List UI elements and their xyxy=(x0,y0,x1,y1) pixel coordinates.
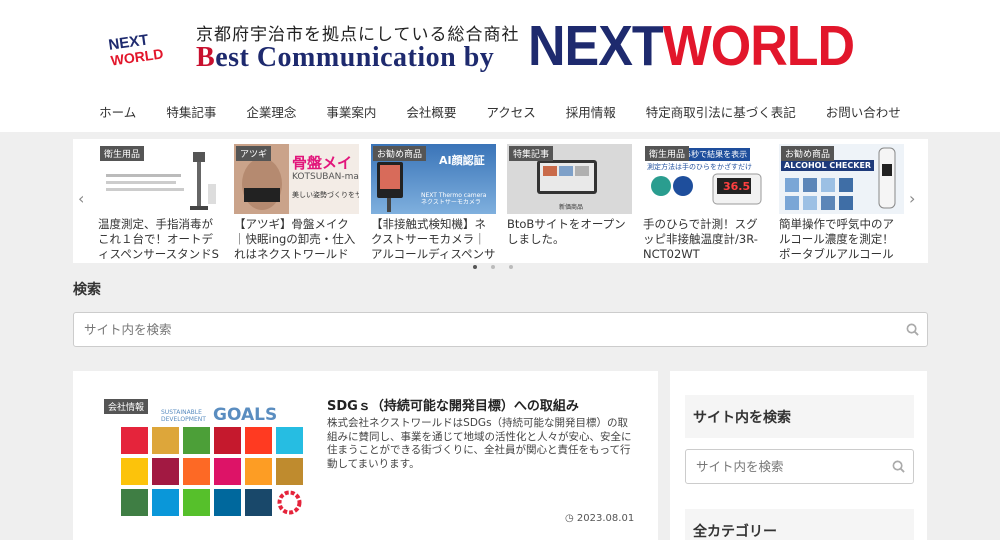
subtitle-rest: est Communication by xyxy=(215,42,495,73)
sdgs-thumbnail: SUSTAINABLE DEVELOPMENT GOALS xyxy=(103,397,303,517)
article-date-value: 2023.08.01 xyxy=(576,513,635,524)
nav-home[interactable]: ホーム xyxy=(84,96,151,126)
sdg-tile xyxy=(214,489,241,516)
card-thumbnail: 特集記事 新価商品 xyxy=(507,144,632,214)
card-thumbnail: 衛生用品 xyxy=(98,144,223,214)
search-input[interactable] xyxy=(74,313,927,346)
carousel-card[interactable]: 衛生用品 5秒で結果を表示 測定方法は手のひらをかざすだけ 36.5 手のひらで… xyxy=(643,144,768,262)
search-heading: 検索 xyxy=(73,282,101,298)
sdg-tile xyxy=(183,427,210,454)
search-icon[interactable] xyxy=(892,460,905,473)
card-title: 手のひらで計測！スグッピ非接触温度計/3R-NCT02WT xyxy=(643,217,758,261)
card-thumbnail: アツギ 骨盤メイ KOTSUBAN-ma 美しい姿勢づくりをサポ xyxy=(234,144,359,214)
site-subtitle: Best Communication by xyxy=(196,42,494,74)
thumb-subhead: NEXT Thermo camera ネクストサーモカメラ xyxy=(421,192,487,206)
carousel-card[interactable]: アツギ 骨盤メイ KOTSUBAN-ma 美しい姿勢づくりをサポ 【アツギ】骨盤… xyxy=(234,144,359,262)
sdg-tile xyxy=(276,427,303,454)
thumb-headline: 骨盤メイ xyxy=(292,154,353,172)
nav-access[interactable]: アクセス xyxy=(471,96,550,126)
sidebar-category-title: 全カテゴリー xyxy=(693,524,777,540)
site-logo-small[interactable]: NEXT WORLD xyxy=(107,30,169,68)
brand-world: WORLD xyxy=(662,15,855,78)
nav-company[interactable]: 会社概要 xyxy=(391,96,471,126)
nav-recruit[interactable]: 採用情報 xyxy=(551,96,631,126)
card-thumbnail: お勧め商品 ALCOHOL CHECKER xyxy=(779,144,904,214)
site-header: NEXT WORLD 京都府宇治市を拠点にしている総合商社 Best Commu… xyxy=(0,0,1000,132)
carousel-dot[interactable] xyxy=(473,265,477,269)
card-title: 【非接触式検知機】ネクストサーモカメラ｜アルコールディスペンサー付 xyxy=(371,217,496,261)
sdg-tile xyxy=(121,458,148,485)
card-category-tag: 特集記事 xyxy=(509,146,554,161)
nav-features[interactable]: 特集記事 xyxy=(151,96,231,126)
carousel-prev-icon[interactable]: ‹ xyxy=(78,189,84,208)
sidebar-search-input[interactable] xyxy=(686,450,913,483)
nav-legal[interactable]: 特定商取引法に基づく表記 xyxy=(631,96,811,126)
sidebar-category-widget: 全カテゴリー xyxy=(685,509,914,540)
sidebar-search-title: サイト内を検索 xyxy=(693,410,791,426)
card-category-tag: お勧め商品 xyxy=(781,146,835,161)
carousel-pagination xyxy=(473,265,513,269)
sdg-tile xyxy=(183,489,210,516)
carousel-card[interactable]: お勧め商品 AI顔認証 NEXT Thermo camera ネクストサーモカメ… xyxy=(371,144,496,262)
sdg-tile xyxy=(152,427,179,454)
sdg-tile xyxy=(121,427,148,454)
card-category-tag: アツギ xyxy=(236,146,272,161)
brand-next: NEXT xyxy=(528,15,664,78)
sdg-tile xyxy=(245,427,272,454)
article-category-tag: 会社情報 xyxy=(104,399,149,414)
card-title: 【アツギ】骨盤メイク｜快眠ingの卸売・仕入れはネクストワールドへ xyxy=(234,217,356,261)
subtitle-initial: B xyxy=(196,42,216,73)
sidebar-search-widget: サイト内を検索 xyxy=(685,395,914,438)
thumb-note: 美しい姿勢づくりをサポ xyxy=(292,191,359,199)
card-title: 温度測定、手指消毒がこれ１台で！オートディスペンサースタンドS xyxy=(98,217,219,261)
sdg-goals-grid xyxy=(121,427,303,516)
search-icon[interactable] xyxy=(906,323,919,336)
sdg-tile xyxy=(121,489,148,516)
card-category-tag: 衛生用品 xyxy=(645,146,690,161)
sdg-tile xyxy=(245,458,272,485)
sidebar-search xyxy=(685,449,914,484)
thumb-reading: 36.5 xyxy=(723,180,751,193)
nav-philosophy[interactable]: 企業理念 xyxy=(231,96,311,126)
featured-carousel: ‹ › 衛生用品 温度測定、手指消毒がこれ１台で！オートディスペンサースタンドS… xyxy=(73,139,928,269)
card-category-tag: お勧め商品 xyxy=(373,146,427,161)
article-list: 会社情報 SUSTAINABLE DEVELOPMENT GOALS SDGｓ（… xyxy=(73,371,658,540)
card-thumbnail: 衛生用品 5秒で結果を表示 測定方法は手のひらをかざすだけ 36.5 xyxy=(643,144,768,214)
sdg-tile xyxy=(183,458,210,485)
global-nav: ホーム 特集記事 企業理念 事業案内 会社概要 アクセス 採用情報 特定商取引法… xyxy=(0,96,1000,126)
thumb-subhead: KOTSUBAN-ma xyxy=(292,172,359,182)
sdg-tile xyxy=(152,458,179,485)
card-category-tag: 衛生用品 xyxy=(100,146,145,161)
card-title: BtoBサイトをオープンしました。 xyxy=(507,217,626,246)
nav-business[interactable]: 事業案内 xyxy=(311,96,391,126)
sdg-tile xyxy=(276,458,303,485)
sdg-tile xyxy=(152,489,179,516)
card-thumbnail: お勧め商品 AI顔認証 NEXT Thermo camera ネクストサーモカメ… xyxy=(371,144,496,214)
sdg-tile xyxy=(214,427,241,454)
clock-icon: ◷ xyxy=(565,513,574,524)
brand-logo[interactable]: NEXTWORLD xyxy=(528,14,855,79)
thumb-subhead: 新価商品 xyxy=(559,204,584,211)
article-date: ◷ 2023.08.01 xyxy=(565,513,634,524)
card-title: 簡単操作で呼気中のアルコール濃度を測定！ポータブルアルコールチェ… xyxy=(779,217,894,261)
nav-contact[interactable]: お問い合わせ xyxy=(811,96,916,126)
carousel-dot[interactable] xyxy=(509,265,513,269)
main-search xyxy=(73,312,928,347)
carousel-next-icon[interactable]: › xyxy=(909,189,915,208)
carousel-card[interactable]: お勧め商品 ALCOHOL CHECKER 簡単操作で呼気中のアルコール濃度を測… xyxy=(779,144,904,262)
carousel-dot[interactable] xyxy=(491,265,495,269)
sdg-tile xyxy=(245,489,272,516)
article-excerpt: 株式会社ネクストワールドはSDGs（持続可能な開発目標）の取組みに賛同し、事業を… xyxy=(327,417,632,470)
sdg-tile xyxy=(214,458,241,485)
article-title[interactable]: SDGｓ（持続可能な開発目標）への取組み xyxy=(327,395,579,414)
carousel-card[interactable]: 特集記事 新価商品 BtoBサイトをオープンしました。 xyxy=(507,144,632,262)
sdg-wheel-icon xyxy=(277,490,302,515)
carousel-card[interactable]: 衛生用品 温度測定、手指消毒がこれ１台で！オートディスペンサースタンドS xyxy=(98,144,223,262)
